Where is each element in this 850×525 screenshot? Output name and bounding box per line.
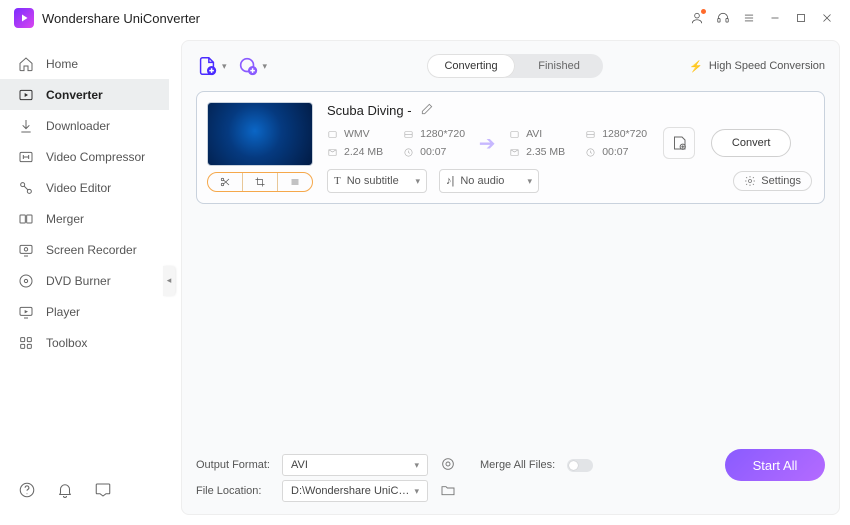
chevron-down-icon: ▾: [414, 486, 419, 497]
output-settings-button[interactable]: [663, 127, 695, 159]
add-file-button[interactable]: ▾: [196, 55, 227, 77]
tab-finished[interactable]: Finished: [515, 54, 603, 78]
sidebar-item-editor[interactable]: Video Editor: [0, 172, 169, 203]
trim-tool[interactable]: [208, 173, 242, 191]
subtitle-select[interactable]: TNo subtitle▾: [327, 169, 427, 193]
dst-format: AVI: [509, 128, 565, 140]
close-icon[interactable]: [814, 5, 840, 31]
sidebar-label: Screen Recorder: [46, 243, 137, 257]
dst-size: 2.35 MB: [509, 146, 565, 158]
dst-duration: 00:07: [585, 146, 647, 158]
main-panel: ▾ ▾ Converting Finished ⚡ High Speed Con…: [181, 40, 840, 515]
tab-converting[interactable]: Converting: [427, 54, 515, 78]
merge-files-label: Merge All Files:: [480, 459, 555, 471]
sidebar-label: Player: [46, 305, 80, 319]
file-location-select[interactable]: D:\Wondershare UniConverter▾: [282, 480, 428, 502]
output-format-select[interactable]: AVI▾: [282, 454, 428, 476]
app-logo: [14, 8, 34, 28]
sidebar-collapse-button[interactable]: ◂: [163, 266, 175, 296]
conversion-tabs: Converting Finished: [427, 54, 603, 78]
titlebar: Wondershare UniConverter: [0, 0, 850, 36]
video-thumbnail[interactable]: [207, 102, 313, 166]
chevron-down-icon: ▾: [414, 460, 419, 471]
format-settings-icon[interactable]: [440, 456, 456, 475]
src-format: WMV: [327, 128, 383, 140]
sidebar-item-compressor[interactable]: Video Compressor: [0, 141, 169, 172]
sidebar-label: Converter: [46, 88, 103, 102]
sidebar-label: Merger: [46, 212, 84, 226]
sidebar-item-downloader[interactable]: Downloader: [0, 110, 169, 141]
minimize-icon[interactable]: [762, 5, 788, 31]
high-speed-toggle[interactable]: ⚡ High Speed Conversion: [689, 60, 825, 73]
crop-tool[interactable]: [242, 173, 277, 191]
sidebar-item-player[interactable]: Player: [0, 296, 169, 327]
sidebar-item-dvd-burner[interactable]: DVD Burner: [0, 265, 169, 296]
footer: Output Format: AVI▾ Merge All Files: Sta…: [196, 452, 825, 504]
start-all-button[interactable]: Start All: [725, 449, 825, 481]
sidebar-item-merger[interactable]: Merger: [0, 203, 169, 234]
add-url-button[interactable]: ▾: [237, 55, 268, 77]
sidebar-item-toolbox[interactable]: Toolbox: [0, 327, 169, 358]
bell-icon[interactable]: [56, 481, 74, 499]
file-card: Scuba Diving - WMV 1280*720 2.24 MB 00:0…: [196, 91, 825, 204]
chevron-down-icon: ▾: [415, 176, 420, 187]
rename-icon[interactable]: [420, 102, 434, 119]
src-size: 2.24 MB: [327, 146, 383, 158]
file-name: Scuba Diving -: [327, 103, 412, 118]
headset-icon[interactable]: [710, 5, 736, 31]
help-icon[interactable]: [18, 481, 36, 499]
sidebar-label: DVD Burner: [46, 274, 111, 288]
sidebar-item-home[interactable]: Home: [0, 48, 169, 79]
menu-icon[interactable]: [736, 5, 762, 31]
src-resolution: 1280*720: [403, 128, 465, 140]
arrow-icon: ➔: [471, 131, 503, 156]
dst-resolution: 1280*720: [585, 128, 647, 140]
audio-select[interactable]: ♪|No audio▾: [439, 169, 539, 193]
app-title: Wondershare UniConverter: [42, 11, 200, 26]
output-format-label: Output Format:: [196, 459, 270, 471]
account-icon[interactable]: [684, 5, 710, 31]
feedback-icon[interactable]: [94, 481, 112, 499]
chevron-down-icon: ▾: [527, 176, 532, 187]
sidebar-label: Video Editor: [46, 181, 111, 195]
convert-button[interactable]: Convert: [711, 129, 791, 157]
sidebar-label: Home: [46, 57, 78, 71]
chevron-down-icon: ▾: [222, 61, 227, 72]
high-speed-label: High Speed Conversion: [709, 60, 825, 72]
effects-tool[interactable]: [277, 173, 312, 191]
sidebar-label: Downloader: [46, 119, 110, 133]
open-folder-icon[interactable]: [440, 482, 456, 501]
bolt-icon: ⚡: [689, 60, 703, 73]
sidebar-item-converter[interactable]: Converter: [0, 79, 169, 110]
chevron-down-icon: ▾: [263, 61, 268, 72]
merge-files-toggle[interactable]: [567, 459, 593, 472]
settings-button[interactable]: Settings: [733, 171, 812, 191]
sidebar-label: Video Compressor: [46, 150, 145, 164]
sidebar: Home Converter Downloader Video Compress…: [0, 36, 169, 525]
file-location-label: File Location:: [196, 485, 270, 497]
maximize-icon[interactable]: [788, 5, 814, 31]
sidebar-item-screen-recorder[interactable]: Screen Recorder: [0, 234, 169, 265]
sidebar-label: Toolbox: [46, 336, 87, 350]
edit-tools: [207, 172, 313, 192]
src-duration: 00:07: [403, 146, 465, 158]
